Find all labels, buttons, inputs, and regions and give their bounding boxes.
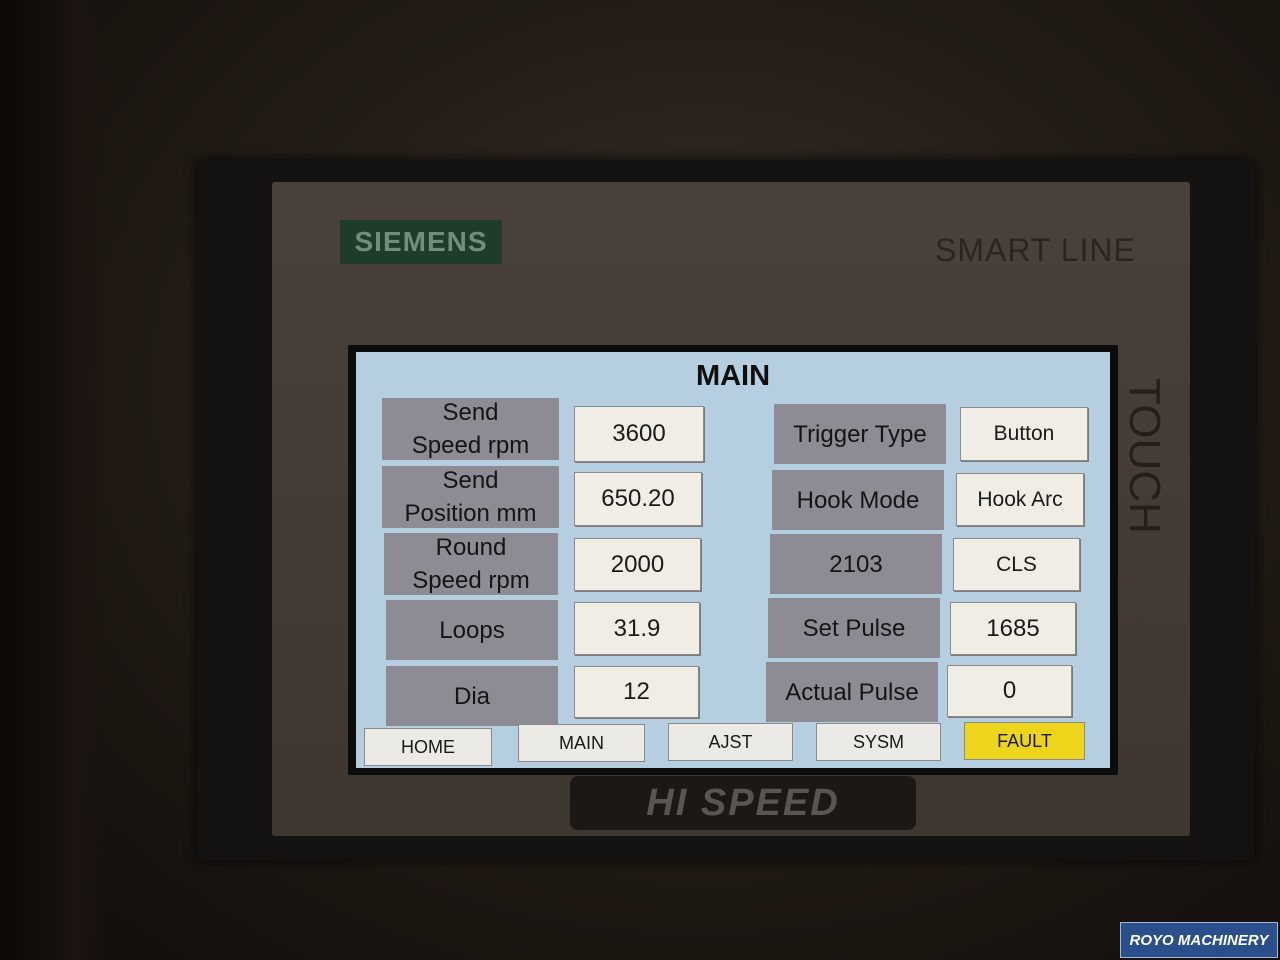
label-line: Round xyxy=(435,534,507,561)
touch-label-text: TOUCH xyxy=(1120,378,1170,534)
label-line: Dia xyxy=(453,682,490,710)
label-loops: Loops xyxy=(386,600,558,660)
nav-home-button[interactable]: HOME xyxy=(364,728,492,766)
label-dia: Dia xyxy=(386,666,558,726)
set-pulse-input[interactable]: 1685 xyxy=(950,602,1076,655)
label-round-speed: Round Speed rpm xyxy=(384,533,558,595)
label-line: Send xyxy=(442,399,499,426)
send-speed-input[interactable]: 3600 xyxy=(574,406,704,462)
label-send-position: Send Position mm xyxy=(382,466,559,528)
label-line: Loops xyxy=(439,616,505,644)
actual-pulse-value: 0 xyxy=(947,665,1072,717)
page-title: MAIN xyxy=(695,360,771,392)
label-actual-pulse: Actual Pulse xyxy=(766,662,938,722)
nav-fault-button[interactable]: FAULT xyxy=(964,722,1085,760)
label-trigger-type: Trigger Type xyxy=(774,404,946,464)
label-line: Speed rpm xyxy=(412,567,530,594)
send-position-input[interactable]: 650.20 xyxy=(574,472,702,526)
dia-input[interactable]: 12 xyxy=(574,666,699,718)
label-send-speed: Send Speed rpm xyxy=(382,398,559,460)
nav-sysm-button[interactable]: SYSM xyxy=(816,723,941,761)
series-label: SMART LINE xyxy=(935,232,1136,268)
trigger-type-button[interactable]: Button xyxy=(960,407,1088,461)
label-line: Send xyxy=(442,467,499,494)
label-line: Speed rpm xyxy=(411,432,530,459)
label-set-pulse: Set Pulse xyxy=(768,598,940,658)
label-2103: 2103 xyxy=(770,534,942,594)
nav-ajst-button[interactable]: AJST xyxy=(668,723,793,761)
label-line: Position mm xyxy=(404,500,537,527)
brand-logo: SIEMENS xyxy=(340,220,502,264)
watermark-logo: ROYO MACHINERY xyxy=(1120,922,1278,958)
label-hook-mode: Hook Mode xyxy=(772,470,944,530)
hmi-screen: MAIN Send Speed rpm Send Position mm Rou… xyxy=(356,352,1110,768)
hook-mode-button[interactable]: Hook Arc xyxy=(956,473,1084,526)
nav-main-button[interactable]: MAIN xyxy=(518,724,645,762)
cls-button[interactable]: CLS xyxy=(953,538,1080,591)
loops-input[interactable]: 31.9 xyxy=(574,602,700,655)
background-shadow xyxy=(0,0,110,960)
bottom-logo: HI SPEED xyxy=(570,776,916,830)
round-speed-input[interactable]: 2000 xyxy=(574,538,701,591)
touch-label: TOUCH xyxy=(1118,365,1170,547)
